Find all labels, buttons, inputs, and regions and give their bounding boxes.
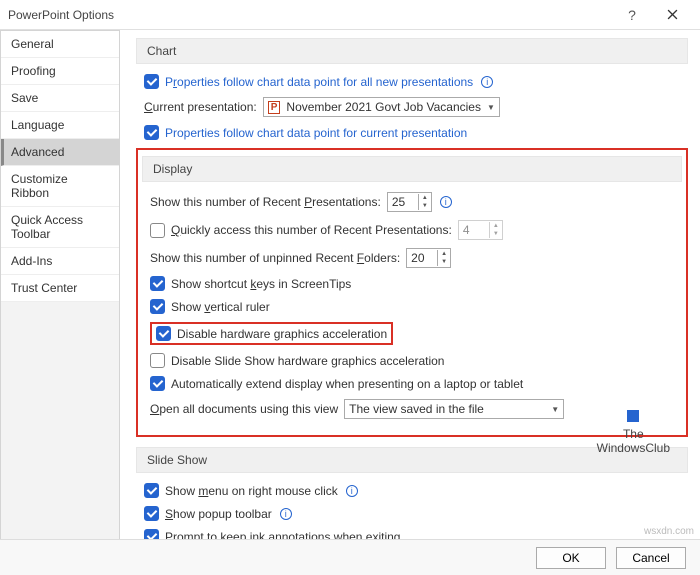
menu-rightclick-checkbox[interactable] <box>144 483 159 498</box>
logo-square-icon <box>627 410 639 422</box>
close-button[interactable] <box>652 1 692 29</box>
chevron-down-icon: ▼ <box>487 103 495 112</box>
disable-hw-checkbox[interactable] <box>156 326 171 341</box>
window-title: PowerPoint Options <box>8 8 612 22</box>
main-panel: Chart Properties follow chart data point… <box>120 30 700 539</box>
info-icon[interactable]: i <box>440 196 452 208</box>
unpinned-folders-spinner[interactable]: 20▲▼ <box>406 248 451 268</box>
menu-rightclick-label: Show menu on right mouse click <box>165 484 338 498</box>
keep-ink-checkbox[interactable] <box>144 529 159 539</box>
autoextend-label: Automatically extend display when presen… <box>171 377 523 391</box>
titlebar: PowerPoint Options ? <box>0 0 700 30</box>
quick-access-label: Quickly access this number of Recent Pre… <box>171 223 452 237</box>
sidebar-item-general[interactable]: General <box>1 31 119 58</box>
sidebar-item-proofing[interactable]: Proofing <box>1 58 119 85</box>
chart-props-current-checkbox[interactable] <box>144 125 159 140</box>
current-presentation-select[interactable]: P November 2021 Govt Job Vacancies ▼ <box>263 97 500 117</box>
quick-access-spinner: 4▲▼ <box>458 220 503 240</box>
recent-pres-label: Show this number of Recent Presentations… <box>150 195 381 209</box>
ok-button[interactable]: OK <box>536 547 606 569</box>
disable-slide-hw-label: Disable Slide Show hardware graphics acc… <box>171 354 444 368</box>
help-button[interactable]: ? <box>612 1 652 29</box>
info-icon[interactable]: i <box>346 485 358 497</box>
powerpoint-icon: P <box>268 101 281 114</box>
current-presentation-label: Current presentation: <box>144 100 257 114</box>
sidebar-item-save[interactable]: Save <box>1 85 119 112</box>
chart-props-all-label: Properties follow chart data point for a… <box>165 75 473 89</box>
chart-props-current-label: Properties follow chart data point for c… <box>165 126 467 140</box>
keep-ink-label: Prompt to keep ink annotations when exit… <box>165 530 400 540</box>
vertical-ruler-label: Show vertical ruler <box>171 300 270 314</box>
popup-toolbar-checkbox[interactable] <box>144 506 159 521</box>
recent-pres-spinner[interactable]: 25▲▼ <box>387 192 432 212</box>
quick-access-checkbox[interactable] <box>150 223 165 238</box>
sidebar-item-qat[interactable]: Quick Access Toolbar <box>1 207 119 248</box>
disable-hw-highlight: Disable hardware graphics acceleration <box>150 322 393 345</box>
shortcut-keys-label: Show shortcut keys in ScreenTips <box>171 277 351 291</box>
chart-props-all-checkbox[interactable] <box>144 74 159 89</box>
open-docs-select[interactable]: The view saved in the file ▼ <box>344 399 564 419</box>
sidebar: General Proofing Save Language Advanced … <box>0 30 120 539</box>
section-chart: Chart <box>136 38 688 64</box>
info-icon[interactable]: i <box>481 76 493 88</box>
open-docs-label: Open all documents using this view <box>150 402 338 416</box>
open-docs-value: The view saved in the file <box>349 402 484 416</box>
unpinned-folders-label: Show this number of unpinned Recent Fold… <box>150 251 400 265</box>
sidebar-item-advanced[interactable]: Advanced <box>1 139 119 166</box>
disable-slide-hw-checkbox[interactable] <box>150 353 165 368</box>
sidebar-item-language[interactable]: Language <box>1 112 119 139</box>
autoextend-checkbox[interactable] <box>150 376 165 391</box>
shortcut-keys-checkbox[interactable] <box>150 276 165 291</box>
vertical-ruler-checkbox[interactable] <box>150 299 165 314</box>
close-icon <box>667 9 678 20</box>
chevron-down-icon: ▼ <box>551 405 559 414</box>
info-icon[interactable]: i <box>280 508 292 520</box>
watermark: wsxdn.com <box>644 526 694 537</box>
popup-toolbar-label: Show popup toolbar <box>165 507 272 521</box>
disable-hw-label: Disable hardware graphics acceleration <box>177 327 387 341</box>
cancel-button[interactable]: Cancel <box>616 547 686 569</box>
windowsclub-logo: The WindowsClub <box>597 410 670 455</box>
display-highlight-box: Display Show this number of Recent Prese… <box>136 148 688 437</box>
dialog-footer: OK Cancel <box>0 539 700 575</box>
sidebar-item-customize-ribbon[interactable]: Customize Ribbon <box>1 166 119 207</box>
sidebar-item-addins[interactable]: Add-Ins <box>1 248 119 275</box>
section-display: Display <box>142 156 682 182</box>
current-presentation-value: November 2021 Govt Job Vacancies <box>286 100 481 114</box>
sidebar-item-trust-center[interactable]: Trust Center <box>1 275 119 302</box>
